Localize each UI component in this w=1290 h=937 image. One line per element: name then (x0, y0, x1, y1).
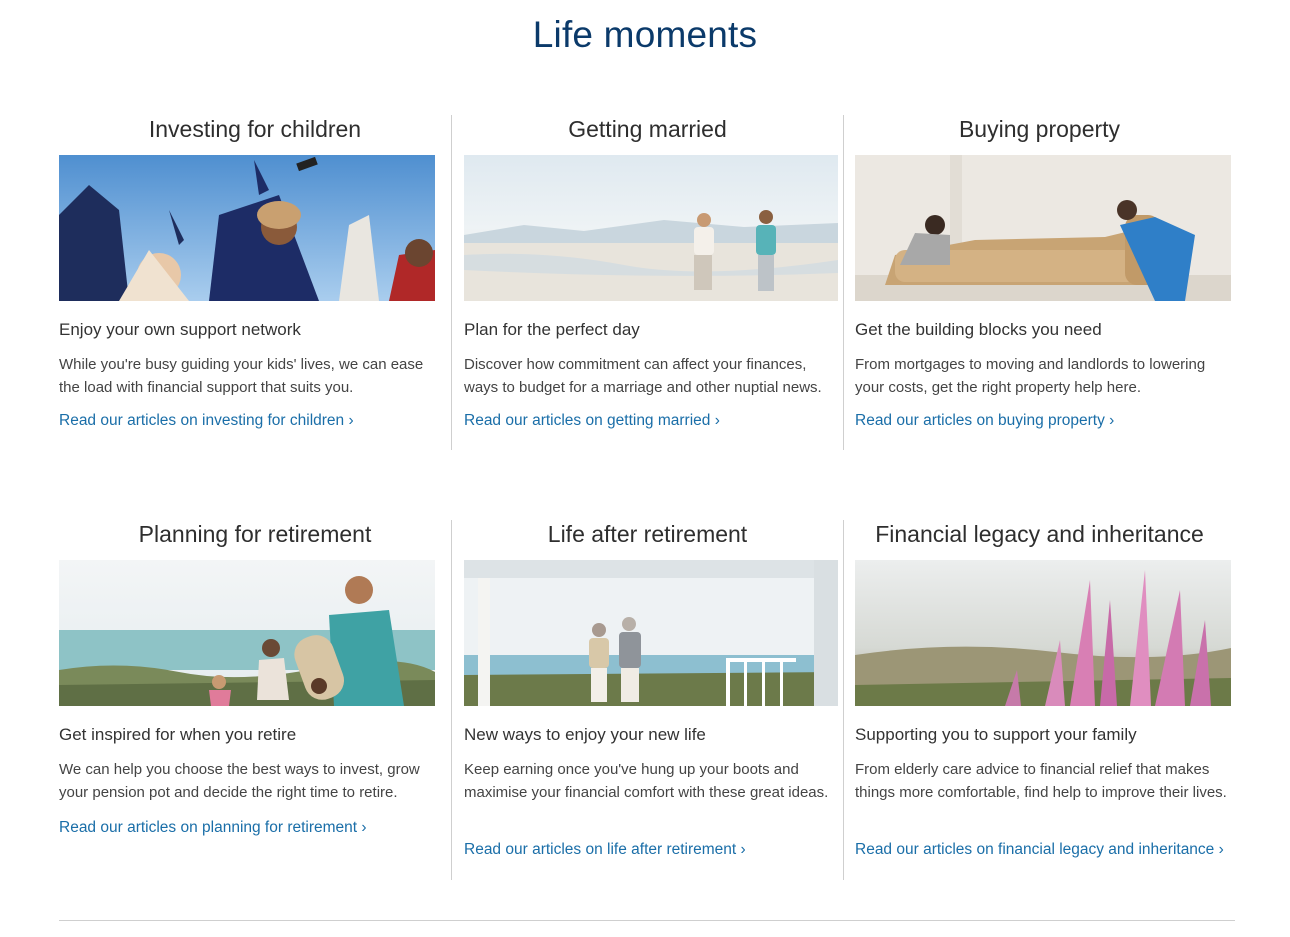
card-description: While you're busy guiding your kids' liv… (59, 356, 424, 396)
card-description: We can help you choose the best ways to … (59, 761, 420, 801)
section-divider (59, 920, 1235, 921)
graduation-photo[interactable] (59, 155, 435, 301)
card-subheading: Get inspired for when you retire (59, 725, 297, 744)
card-heading: Financial legacy and inheritance (875, 521, 1204, 547)
family-coast-photo[interactable] (59, 560, 435, 706)
financial-legacy-link[interactable]: Read our articles on financial legacy an… (855, 841, 1224, 859)
life-moments-row-2: Planning for retirement Get inspired for… (59, 520, 1235, 880)
card-description: From mortgages to moving and landlords t… (855, 356, 1206, 396)
porch-couple-photo[interactable] (464, 560, 838, 706)
card-description: Discover how commitment can affect your … (464, 356, 822, 396)
heather-flowers-photo[interactable] (855, 560, 1231, 706)
card-heading: Life after retirement (547, 521, 748, 547)
card-heading: Planning for retirement (138, 521, 372, 547)
card-planning-for-retirement: Planning for retirement Get inspired for… (59, 520, 451, 880)
beach-couple-photo[interactable] (464, 155, 838, 301)
page-title: Life moments (532, 14, 758, 55)
card-getting-married: Getting married Plan for the perfect day… (451, 115, 843, 450)
card-heading: Buying property (958, 116, 1121, 142)
card-subheading: New ways to enjoy your new life (464, 725, 706, 744)
card-investing-for-children: Investing for children Enjoy your own su… (59, 115, 451, 450)
card-buying-property: Buying property Get the building blocks … (843, 115, 1235, 450)
life-moments-row-1: Investing for children Enjoy your own su… (59, 115, 1235, 450)
card-heading: Getting married (568, 116, 727, 142)
getting-married-link[interactable]: Read our articles on getting married › (464, 412, 720, 430)
card-subheading: Enjoy your own support network (59, 320, 301, 339)
card-financial-legacy-and-inheritance: Financial legacy and inheritance Support… (843, 520, 1235, 880)
card-description: Keep earning once you've hung up your bo… (464, 761, 829, 801)
investing-for-children-link[interactable]: Read our articles on investing for child… (59, 412, 354, 430)
moving-sofa-photo[interactable] (855, 155, 1231, 301)
card-subheading: Get the building blocks you need (855, 320, 1102, 339)
card-subheading: Supporting you to support your family (855, 725, 1137, 744)
card-description: From elderly care advice to financial re… (855, 761, 1227, 801)
card-life-after-retirement: Life after retirement New ways to enjoy … (451, 520, 843, 880)
card-heading: Investing for children (148, 116, 362, 142)
life-after-retirement-link[interactable]: Read our articles on life after retireme… (464, 841, 746, 859)
card-subheading: Plan for the perfect day (464, 320, 640, 339)
planning-for-retirement-link[interactable]: Read our articles on planning for retire… (59, 819, 367, 837)
buying-property-link[interactable]: Read our articles on buying property › (855, 412, 1114, 430)
